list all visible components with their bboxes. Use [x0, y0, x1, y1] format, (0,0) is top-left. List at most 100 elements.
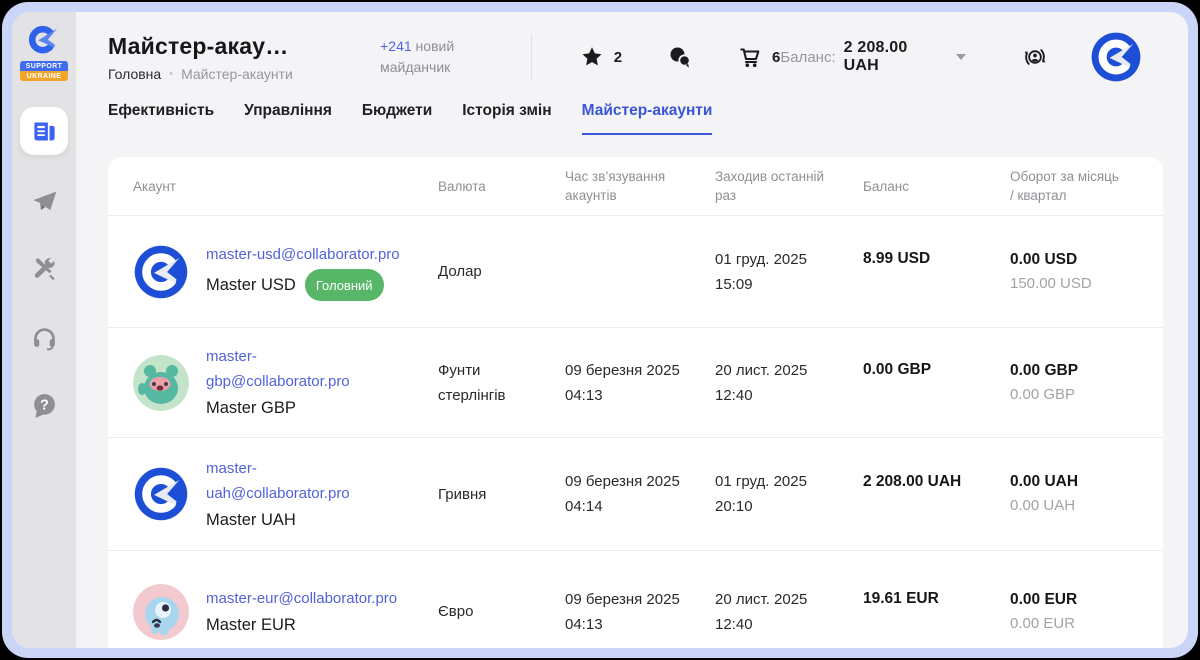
account-name: Master UAH [206, 508, 296, 533]
visit-date: 20 лист. 2025 [715, 587, 845, 612]
switch-account-button[interactable] [1020, 42, 1050, 72]
linked-time: 04:13 [565, 383, 697, 408]
sidebar-item-help[interactable]: ? [20, 383, 68, 427]
avatar-collaborator-logo [133, 244, 189, 300]
balance-value: 2 208.00 UAH [844, 39, 945, 75]
table-row[interactable]: master-usd@collaborator.pro Master USD Г… [108, 215, 1163, 327]
turnover-quarter: 0.00 EUR [1010, 612, 1130, 636]
breadcrumb-current: Майстер-акаунти [181, 66, 293, 82]
balance-label: Баланс: [780, 49, 835, 66]
turnover-cell: 0.00 EUR 0.00 EUR [1010, 588, 1148, 636]
tab-budgets[interactable]: Бюджети [362, 102, 432, 135]
account-info: master-uah@collaborator.pro Master UAH [206, 456, 378, 533]
new-platforms-link[interactable]: +241 новий майданчик [380, 36, 471, 78]
sidebar-item-tools[interactable] [20, 247, 68, 291]
balance-cell: 2 208.00 UAH [863, 469, 1010, 494]
avatar-blue-ghost [133, 584, 189, 640]
tab-history[interactable]: Історія змін [462, 102, 551, 135]
account-email-link[interactable]: master-gbp@collaborator.pro [206, 344, 378, 394]
balance-cell: 19.61 EUR [863, 586, 1010, 611]
table-row[interactable]: master-eur@collaborator.pro Master EUR Є… [108, 550, 1163, 648]
account-email-link[interactable]: master-uah@collaborator.pro [206, 456, 378, 506]
linked-time: 04:14 [565, 494, 697, 519]
account-cell: master-eur@collaborator.pro Master EUR [133, 584, 438, 640]
balance-cell: 8.99 USD [863, 246, 1010, 271]
avatar-collaborator-logo [133, 466, 189, 522]
last-visit-cell: 01 груд. 2025 20:10 [715, 469, 863, 519]
sidebar-item-news-active[interactable] [20, 107, 68, 155]
support-ukraine-badge: SUPPORT UKRAINE [20, 61, 68, 81]
news-feed-icon [31, 118, 58, 145]
new-platforms-count: +241 [380, 38, 412, 54]
top-header: Майстер-акау… Головна • Майстер-акаунти … [76, 12, 1188, 102]
balance-dropdown[interactable]: Баланс: 2 208.00 UAH [780, 39, 966, 75]
tab-master-accounts[interactable]: Майстер-акаунти [582, 102, 713, 135]
user-avatar[interactable] [1090, 31, 1142, 83]
account-name: Master GBP [206, 396, 296, 421]
avatar-green-monster [133, 355, 189, 411]
sidebar-logo[interactable]: SUPPORT UKRAINE [20, 22, 68, 81]
collaborator-logo-icon [23, 22, 65, 60]
turnover-quarter: 150.00 USD [1010, 272, 1130, 296]
turnover-cell: 0.00 USD 150.00 USD [1010, 248, 1148, 296]
table-row[interactable]: master-gbp@collaborator.pro Master GBP Ф… [108, 327, 1163, 437]
turnover-month: 0.00 UAH [1010, 470, 1130, 494]
table-row[interactable]: master-uah@collaborator.pro Master UAH Г… [108, 437, 1163, 550]
account-cell: master-usd@collaborator.pro Master USD Г… [133, 242, 438, 301]
currency-cell: Долар [438, 259, 565, 284]
tools-icon [31, 256, 58, 283]
tab-management[interactable]: Управління [244, 102, 332, 135]
header-counters: 2 [580, 45, 781, 69]
turnover-cell: 0.00 GBP 0.00 GBP [1010, 359, 1148, 407]
visit-date: 20 лист. 2025 [715, 358, 845, 383]
content-area: Акаунт Валюта Час зв’язування акаунтів З… [76, 135, 1188, 648]
cart-button[interactable]: 6 [738, 45, 780, 69]
badge-ukraine-label: UKRAINE [20, 71, 68, 81]
badge-support-label: SUPPORT [20, 61, 68, 71]
table-header-row: Акаунт Валюта Час зв’язування акаунтів З… [108, 157, 1163, 215]
sidebar-item-support[interactable] [20, 315, 68, 359]
messages-button[interactable] [668, 45, 692, 69]
turnover-month: 0.00 USD [1010, 248, 1130, 272]
last-visit-cell: 20 лист. 2025 12:40 [715, 358, 863, 408]
app-window: SUPPORT UKRAINE [12, 12, 1188, 648]
visit-date: 01 груд. 2025 [715, 469, 845, 494]
breadcrumb-separator: • [169, 68, 173, 80]
account-info: master-gbp@collaborator.pro Master GBP [206, 344, 378, 421]
turnover-quarter: 0.00 GBP [1010, 383, 1130, 407]
turnover-quarter: 0.00 UAH [1010, 494, 1130, 518]
question-bubble-icon: ? [31, 392, 58, 419]
visit-date: 01 груд. 2025 [715, 247, 845, 272]
account-email-link[interactable]: master-usd@collaborator.pro [206, 242, 400, 267]
account-email-link[interactable]: master-eur@collaborator.pro [206, 586, 397, 611]
account-info: master-usd@collaborator.pro Master USD Г… [206, 242, 400, 301]
turnover-month: 0.00 EUR [1010, 588, 1130, 612]
last-visit-cell: 01 груд. 2025 15:09 [715, 247, 863, 297]
favorites-button[interactable]: 2 [580, 45, 622, 69]
breadcrumb: Головна • Майстер-акаунти [108, 66, 354, 82]
visit-time: 20:10 [715, 494, 845, 519]
visit-time: 12:40 [715, 383, 845, 408]
breadcrumb-home-link[interactable]: Головна [108, 66, 161, 82]
linked-date: 09 березня 2025 [565, 358, 697, 383]
turnover-month: 0.00 GBP [1010, 359, 1130, 383]
account-name: Master EUR [206, 613, 296, 638]
collaborator-avatar-icon [1090, 31, 1142, 83]
tab-efficiency[interactable]: Ефективність [108, 102, 214, 135]
linked-time-cell: 09 березня 2025 04:13 [565, 358, 715, 408]
visit-time: 15:09 [715, 272, 845, 297]
page-title: Майстер-акау… [108, 33, 354, 60]
sidebar: SUPPORT UKRAINE [12, 12, 76, 648]
chevron-down-icon [956, 54, 966, 60]
currency-cell: Гривня [438, 482, 565, 507]
header-divider [531, 34, 532, 80]
switch-account-icon [1022, 44, 1048, 70]
col-header-currency: Валюта [438, 177, 565, 196]
last-visit-cell: 20 лист. 2025 12:40 [715, 587, 863, 637]
account-info: master-eur@collaborator.pro Master EUR [206, 586, 397, 638]
balance-cell: 0.00 GBP [863, 357, 1010, 382]
linked-time-cell: 09 березня 2025 04:13 [565, 587, 715, 637]
currency-cell: Євро [438, 599, 565, 624]
col-header-turnover: Оборот за місяць / квартал [1010, 167, 1148, 205]
sidebar-item-telegram[interactable] [20, 179, 68, 223]
